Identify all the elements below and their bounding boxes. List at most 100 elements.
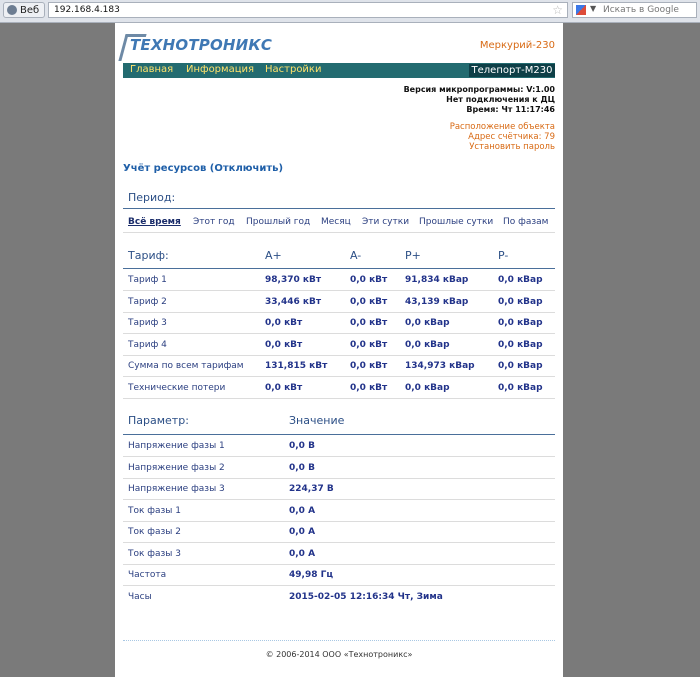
meter-model: Меркурий-230 bbox=[479, 40, 555, 51]
tariff-header: P+ bbox=[405, 249, 421, 262]
period-tab-last-year[interactable]: Прошлый год bbox=[246, 217, 310, 227]
parameter-header: Параметр: bbox=[128, 414, 189, 427]
tariff-value: 0,0 кВар bbox=[405, 318, 450, 328]
tariff-row-label: Тариф 4 bbox=[128, 339, 167, 350]
footer-divider bbox=[123, 640, 555, 641]
tariff-value: 43,139 кВар bbox=[405, 296, 469, 307]
period-tab-yesterday[interactable]: Прошлые сутки bbox=[419, 217, 493, 227]
disable-link[interactable]: (Отключить) bbox=[210, 163, 283, 174]
section-divider bbox=[123, 208, 555, 209]
nav-home[interactable]: Главная bbox=[130, 64, 173, 75]
chevron-down-icon[interactable]: ▼ bbox=[590, 4, 596, 13]
nav-settings[interactable]: Настройки bbox=[265, 64, 321, 75]
period-tab-phases[interactable]: По фазам bbox=[503, 217, 548, 227]
tariff-value: 0,0 кВар bbox=[498, 318, 543, 328]
tariff-value: 0,0 кВар bbox=[498, 275, 543, 285]
period-tab-this-year[interactable]: Этот год bbox=[193, 217, 235, 227]
row-divider bbox=[123, 520, 555, 522]
resources-title: Учёт ресурсов (Отключить) bbox=[123, 163, 283, 174]
url-text: 192.168.4.183 bbox=[54, 5, 120, 15]
parameter-value: 0,0 В bbox=[289, 441, 315, 451]
connection-status: Нет подключения к ДЦ bbox=[446, 95, 555, 104]
tariff-value: 0,0 кВар bbox=[498, 382, 543, 393]
tariff-value: 131,815 кВт bbox=[265, 361, 328, 371]
row-divider bbox=[123, 333, 555, 334]
tariff-header: A- bbox=[350, 249, 362, 262]
tariff-row-label: Тариф 1 bbox=[128, 275, 167, 285]
parameter-value: 49,98 Гц bbox=[289, 570, 334, 580]
parameter-value: 0,0 А bbox=[289, 548, 316, 559]
tariff-value: 0,0 кВар bbox=[405, 339, 450, 350]
parameter-label: Ток фазы 3 bbox=[128, 548, 181, 559]
row-divider bbox=[123, 311, 555, 313]
row-divider bbox=[123, 542, 555, 543]
row-divider bbox=[123, 376, 555, 377]
parameter-label: Напряжение фазы 2 bbox=[128, 462, 225, 473]
firmware-version: Версия микропрограммы: V:1.00 bbox=[403, 85, 555, 94]
device-page: ТЕХНОТРОНИКС Меркурий-230 Главная Информ… bbox=[115, 23, 563, 677]
nav-info[interactable]: Информация bbox=[186, 64, 254, 75]
row-divider bbox=[123, 397, 555, 399]
location-link[interactable]: Расположение объекта bbox=[450, 122, 555, 132]
tariff-value: 134,973 кВар bbox=[405, 361, 475, 371]
tariff-value: 0,0 кВт bbox=[350, 275, 388, 285]
google-icon bbox=[576, 5, 586, 15]
row-divider bbox=[123, 354, 555, 356]
browser-toolbar: Веб 192.168.4.183 ☆ ▼ Искать в Google bbox=[0, 0, 700, 23]
tariff-value: 0,0 кВт bbox=[265, 382, 303, 393]
tariff-value: 0,0 кВт bbox=[350, 296, 388, 307]
bookmark-star-icon[interactable]: ☆ bbox=[552, 3, 563, 17]
device-time: Время: Чт 11:17:46 bbox=[466, 105, 555, 114]
web-button-label: Веб bbox=[20, 4, 40, 16]
parameter-label: Напряжение фазы 3 bbox=[128, 484, 225, 494]
settings-links: Расположение объекта Адрес счётчика: 79 … bbox=[450, 122, 555, 152]
resources-title-text: Учёт ресурсов bbox=[123, 163, 207, 174]
logo: ТЕХНОТРОНИКС bbox=[118, 32, 272, 62]
row-divider bbox=[123, 563, 555, 565]
parameter-label: Напряжение фазы 1 bbox=[128, 441, 225, 451]
row-divider bbox=[123, 585, 555, 586]
tariff-value: 0,0 кВар bbox=[405, 382, 450, 393]
tariff-value: 0,0 кВт bbox=[350, 382, 388, 393]
tariff-value: 0,0 кВт bbox=[265, 318, 303, 328]
meter-address-link[interactable]: Адрес счётчика: 79 bbox=[450, 132, 555, 142]
logo-text: ТЕХНОТРОНИКС bbox=[130, 36, 273, 54]
web-button[interactable]: Веб bbox=[3, 2, 45, 18]
parameter-header: Значение bbox=[289, 414, 345, 427]
search-input[interactable]: ▼ Искать в Google bbox=[572, 2, 697, 18]
period-tab-month[interactable]: Месяц bbox=[321, 217, 351, 227]
parameter-value: 0,0 В bbox=[289, 462, 315, 473]
status-info: Версия микропрограммы: V:1.00 Нет подклю… bbox=[404, 85, 555, 115]
globe-icon bbox=[7, 5, 17, 15]
parameter-value: 2015-02-05 12:16:34 Чт, Зима bbox=[289, 591, 443, 602]
tariff-row-label: Сумма по всем тарифам bbox=[128, 361, 244, 371]
tariff-value: 33,446 кВт bbox=[265, 296, 322, 307]
period-tab-today[interactable]: Эти сутки bbox=[362, 217, 409, 227]
row-divider bbox=[123, 290, 555, 291]
tariff-row-label: Тариф 3 bbox=[128, 318, 167, 328]
parameter-value: 224,37 В bbox=[289, 484, 334, 494]
tariff-value: 91,834 кВар bbox=[405, 275, 469, 285]
set-password-link[interactable]: Установить пароль bbox=[450, 142, 555, 152]
tariff-row-label: Тариф 2 bbox=[128, 296, 167, 307]
parameter-value: 0,0 А bbox=[289, 527, 316, 537]
tariff-header: P- bbox=[498, 249, 509, 262]
main-nav: Главная Информация Настройки Телепорт-М2… bbox=[123, 63, 555, 78]
period-tabs: Всё время Этот год Прошлый год Месяц Эти… bbox=[128, 217, 556, 229]
tariff-value: 0,0 кВар bbox=[498, 361, 543, 371]
copyright: © 2006-2014 ООО «Технотроникс» bbox=[265, 650, 413, 659]
tariff-value: 0,0 кВт bbox=[350, 361, 388, 371]
period-tab-all[interactable]: Всё время bbox=[128, 217, 181, 227]
row-divider bbox=[123, 456, 555, 457]
device-name: Телепорт-М230 bbox=[469, 64, 555, 77]
tariff-value: 0,0 кВар bbox=[498, 296, 543, 307]
row-divider bbox=[123, 477, 555, 479]
tariff-value: 0,0 кВт bbox=[350, 318, 388, 328]
address-bar[interactable]: 192.168.4.183 ☆ bbox=[48, 2, 568, 18]
tariff-header: Тариф: bbox=[128, 249, 169, 262]
tariff-value: 98,370 кВт bbox=[265, 275, 322, 285]
parameter-label: Ток фазы 1 bbox=[128, 505, 181, 516]
tariff-row-label: Технические потери bbox=[128, 382, 226, 393]
search-placeholder: Искать в Google bbox=[603, 5, 679, 15]
section-divider bbox=[123, 268, 555, 269]
